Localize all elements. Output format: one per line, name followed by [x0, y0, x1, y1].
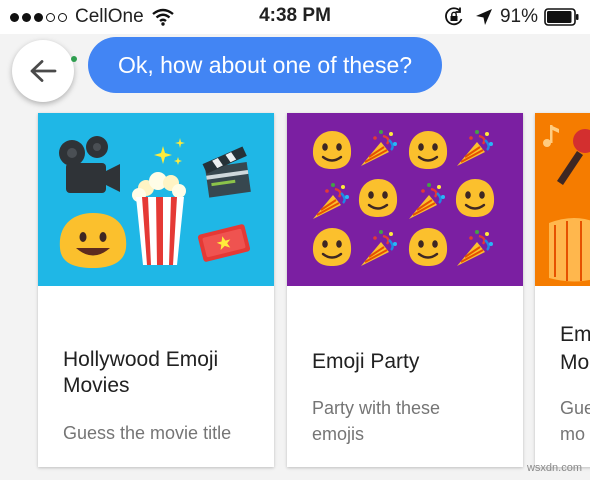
microphone-icon	[557, 129, 590, 185]
online-indicator	[71, 56, 77, 62]
sparkle-icon	[154, 138, 185, 165]
battery-icon	[544, 8, 579, 26]
music-emoji-illustration	[543, 125, 590, 282]
card-subtitle: Gue	[560, 398, 590, 418]
location-arrow-icon	[475, 9, 492, 25]
smiling-face-emoji	[454, 177, 496, 219]
suggestion-card-partial[interactable]: Em Mo Gue mo	[535, 113, 590, 467]
card-subtitle: emojis	[312, 424, 365, 444]
card-image-partial	[535, 113, 590, 286]
status-bar: CellOne 4:38 PM 91%	[0, 0, 590, 34]
card-subtitle: mo	[560, 424, 586, 444]
grinning-face-emoji	[59, 213, 127, 268]
status-right: 91%	[444, 5, 580, 29]
back-arrow-icon	[30, 60, 57, 82]
smiling-face-emoji	[407, 129, 449, 171]
card-image-hollywood	[38, 113, 274, 286]
card-title: Emoji Party	[312, 350, 420, 373]
card-title: Hollywood Emoji	[63, 348, 219, 371]
movie-camera-icon	[59, 136, 120, 193]
party-popper-icon	[359, 128, 399, 168]
smiling-face-emoji	[311, 226, 353, 268]
party-popper-icon	[455, 228, 495, 268]
music-note-icon	[543, 125, 559, 147]
battery-percent: 91%	[499, 6, 538, 27]
party-popper-icon	[455, 128, 495, 168]
card-title: Movies	[63, 374, 130, 397]
card-image-party	[287, 113, 523, 286]
party-popper-icon	[359, 228, 399, 268]
card-title: Em	[560, 323, 590, 346]
party-popper-icon	[311, 181, 351, 221]
watermark: wsxdn.com	[526, 462, 582, 474]
card-subtitle: Guess the movie title	[63, 423, 232, 443]
party-emoji-illustration	[311, 128, 496, 268]
suggestion-card-hollywood[interactable]: Hollywood Emoji Movies Guess the movie t…	[38, 113, 274, 467]
clapperboard-icon	[202, 146, 251, 198]
popcorn-icon	[132, 172, 186, 265]
back-button[interactable]	[12, 40, 74, 102]
suggestion-card-party[interactable]: Emoji Party Party with these emojis	[287, 113, 523, 467]
assistant-message-bubble: Ok, how about one of these?	[88, 37, 442, 93]
movie-emoji-illustration	[59, 136, 251, 268]
party-popper-icon	[407, 181, 447, 221]
rotation-lock-icon	[445, 7, 463, 26]
card-subtitle: Party with these	[312, 398, 441, 418]
smiling-face-emoji	[311, 129, 353, 171]
smiling-face-emoji	[407, 226, 449, 268]
ticket-icon	[197, 224, 251, 262]
smiling-face-emoji	[357, 177, 399, 219]
card-title: Mo	[560, 351, 590, 374]
drum-icon	[549, 218, 590, 282]
